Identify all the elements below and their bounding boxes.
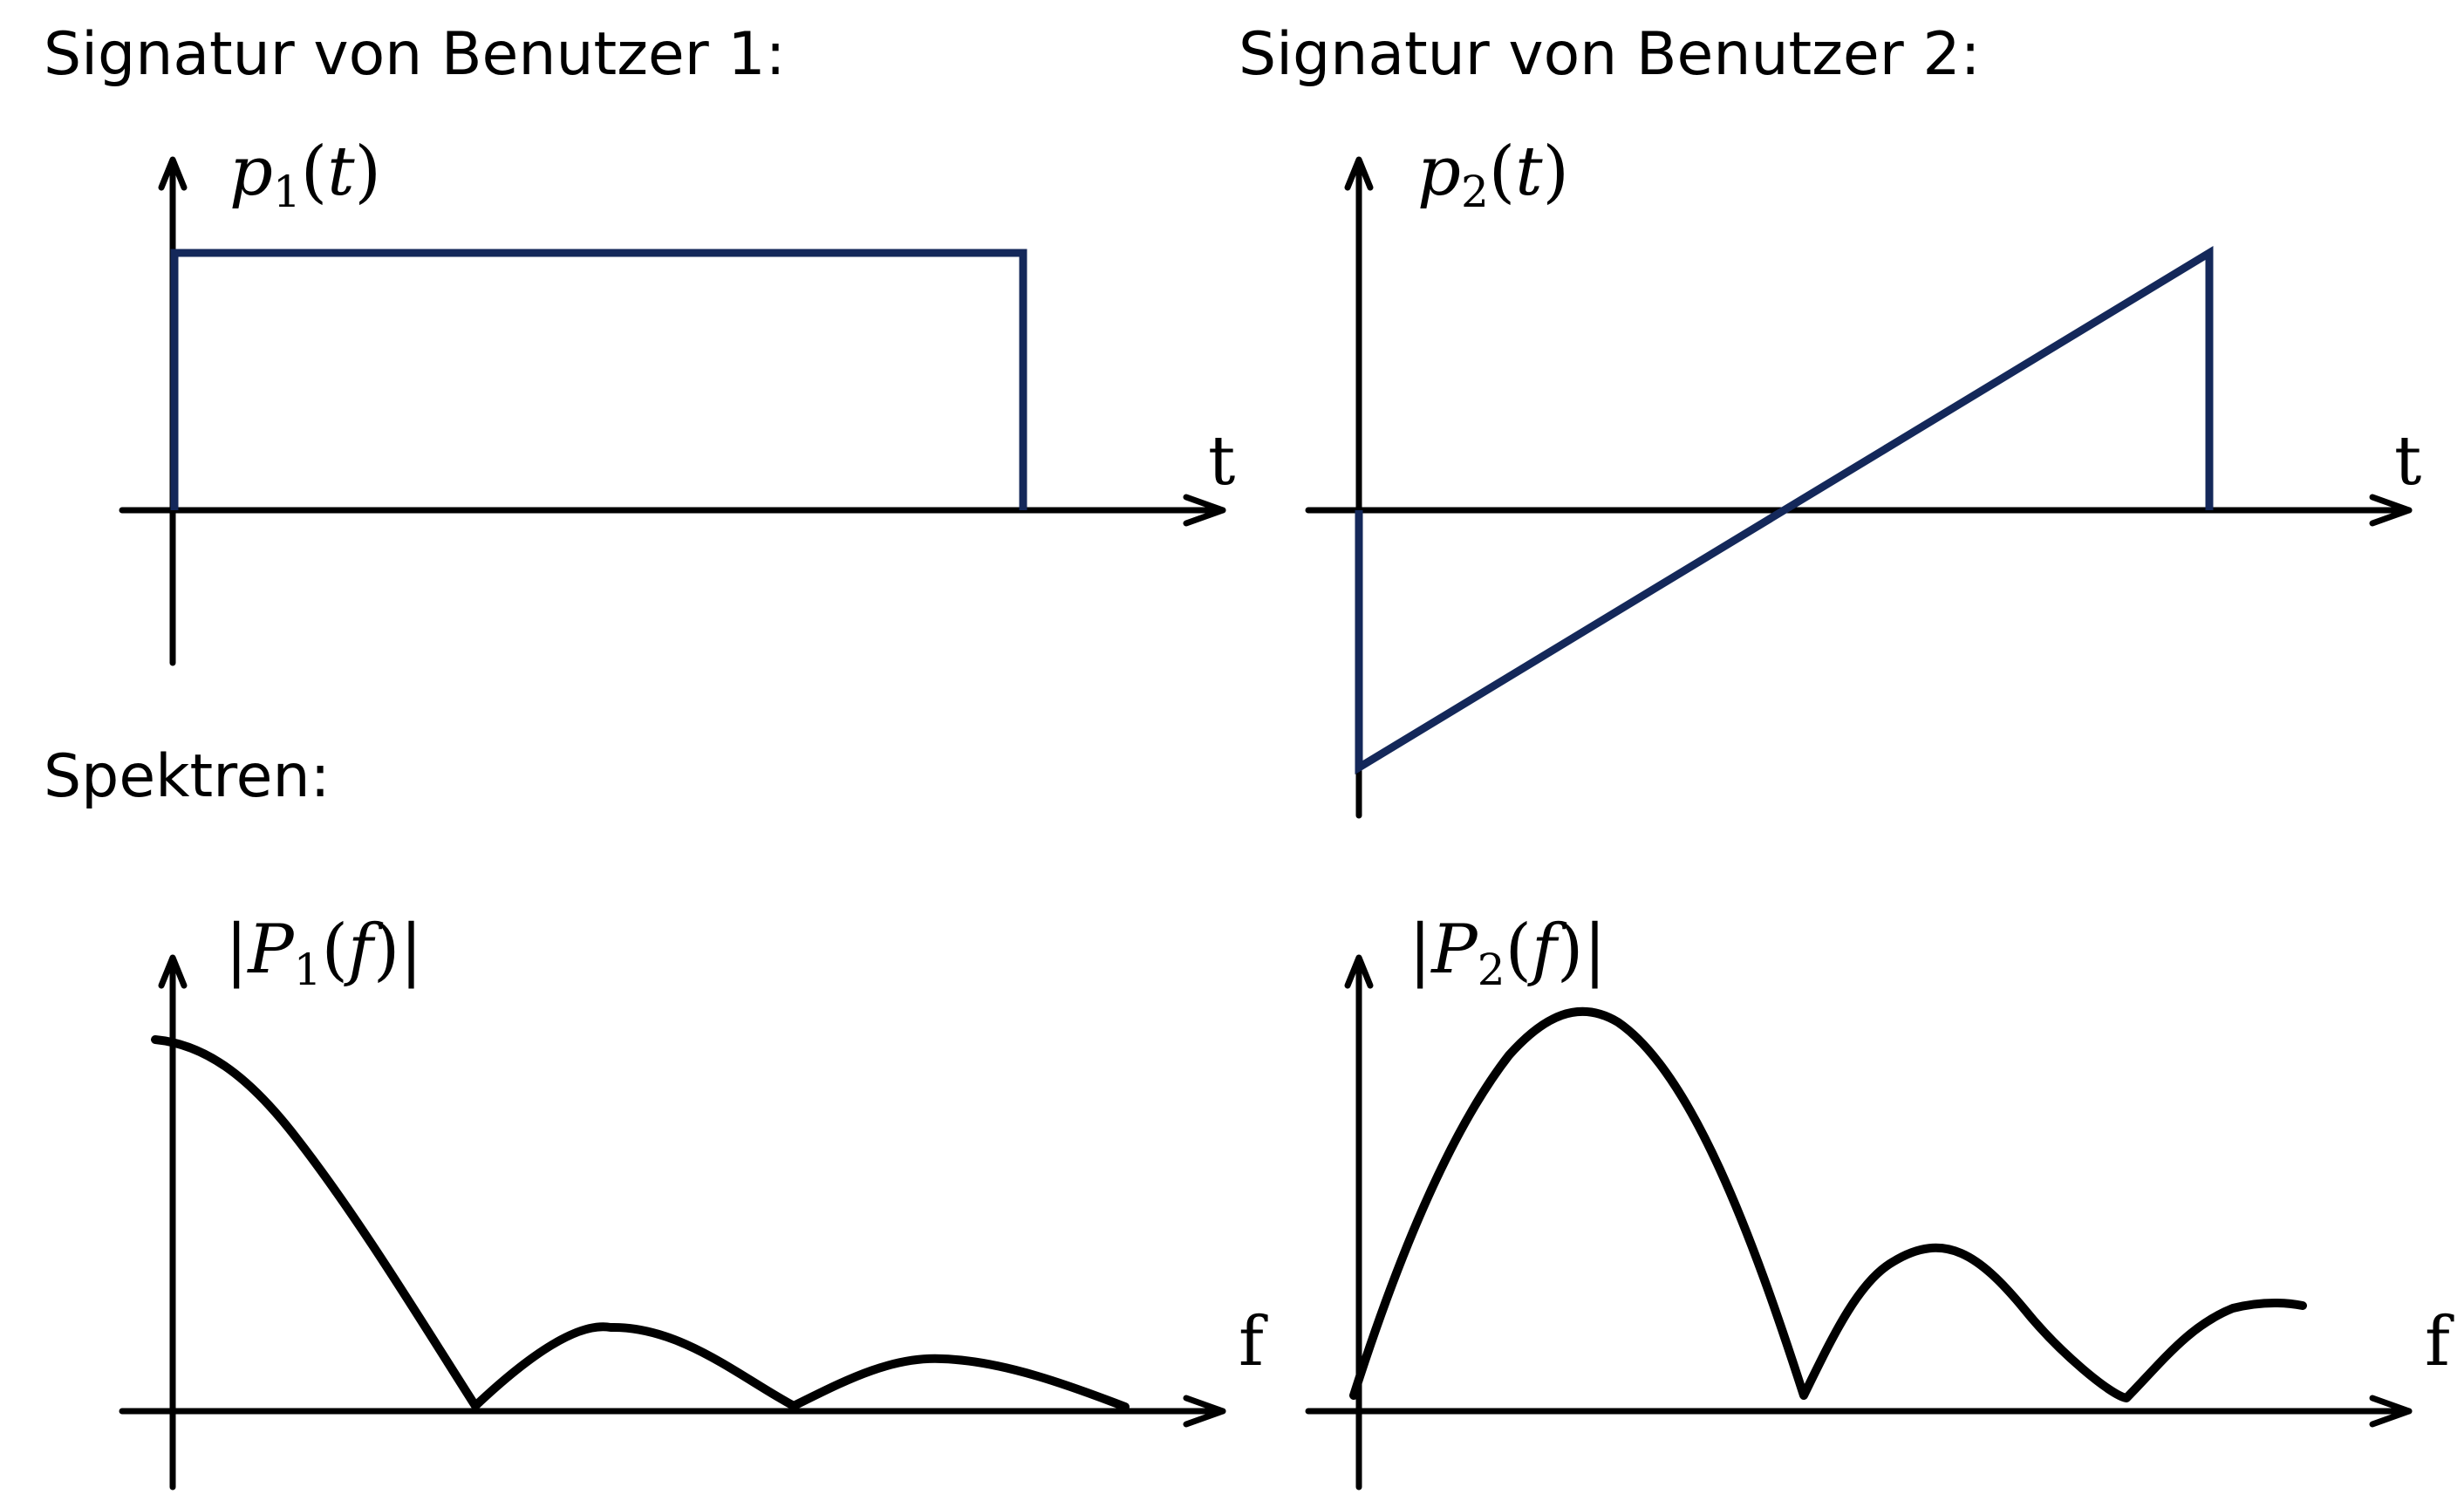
panel-p1: p1(t) t: [119, 133, 1235, 666]
spectrum-P2-curve: [1349, 1006, 2307, 1402]
xlabel-p2: t: [2394, 422, 2421, 501]
heading-user2: Signatur von Benutzer 2:: [1239, 20, 1981, 89]
panel-P2: |P2(f)| f: [1305, 911, 2454, 1491]
panel-P1: |P1(f)| f: [119, 911, 1268, 1491]
heading-spectra: Spektren:: [44, 742, 331, 811]
spectrum-P1-curve: [151, 1035, 1130, 1411]
ylabel-p2: p2(t): [1417, 133, 1569, 217]
xlabel-P1: f: [1239, 1303, 1268, 1381]
signal-p1-rectangle: [170, 249, 1027, 510]
ylabel-p1: p1(t): [229, 133, 381, 217]
xlabel-p1: t: [1208, 422, 1235, 501]
heading-user1: Signatur von Benutzer 1:: [44, 20, 786, 89]
xlabel-P2: f: [2425, 1303, 2454, 1381]
panel-p2: p2(t) t: [1305, 133, 2421, 819]
ylabel-P1: |P1(f)|: [225, 911, 423, 995]
ylabel-P2: |P2(f)|: [1409, 911, 1607, 995]
figure-canvas: Signatur von Benutzer 1: Signatur von Be…: [44, 20, 2454, 1491]
